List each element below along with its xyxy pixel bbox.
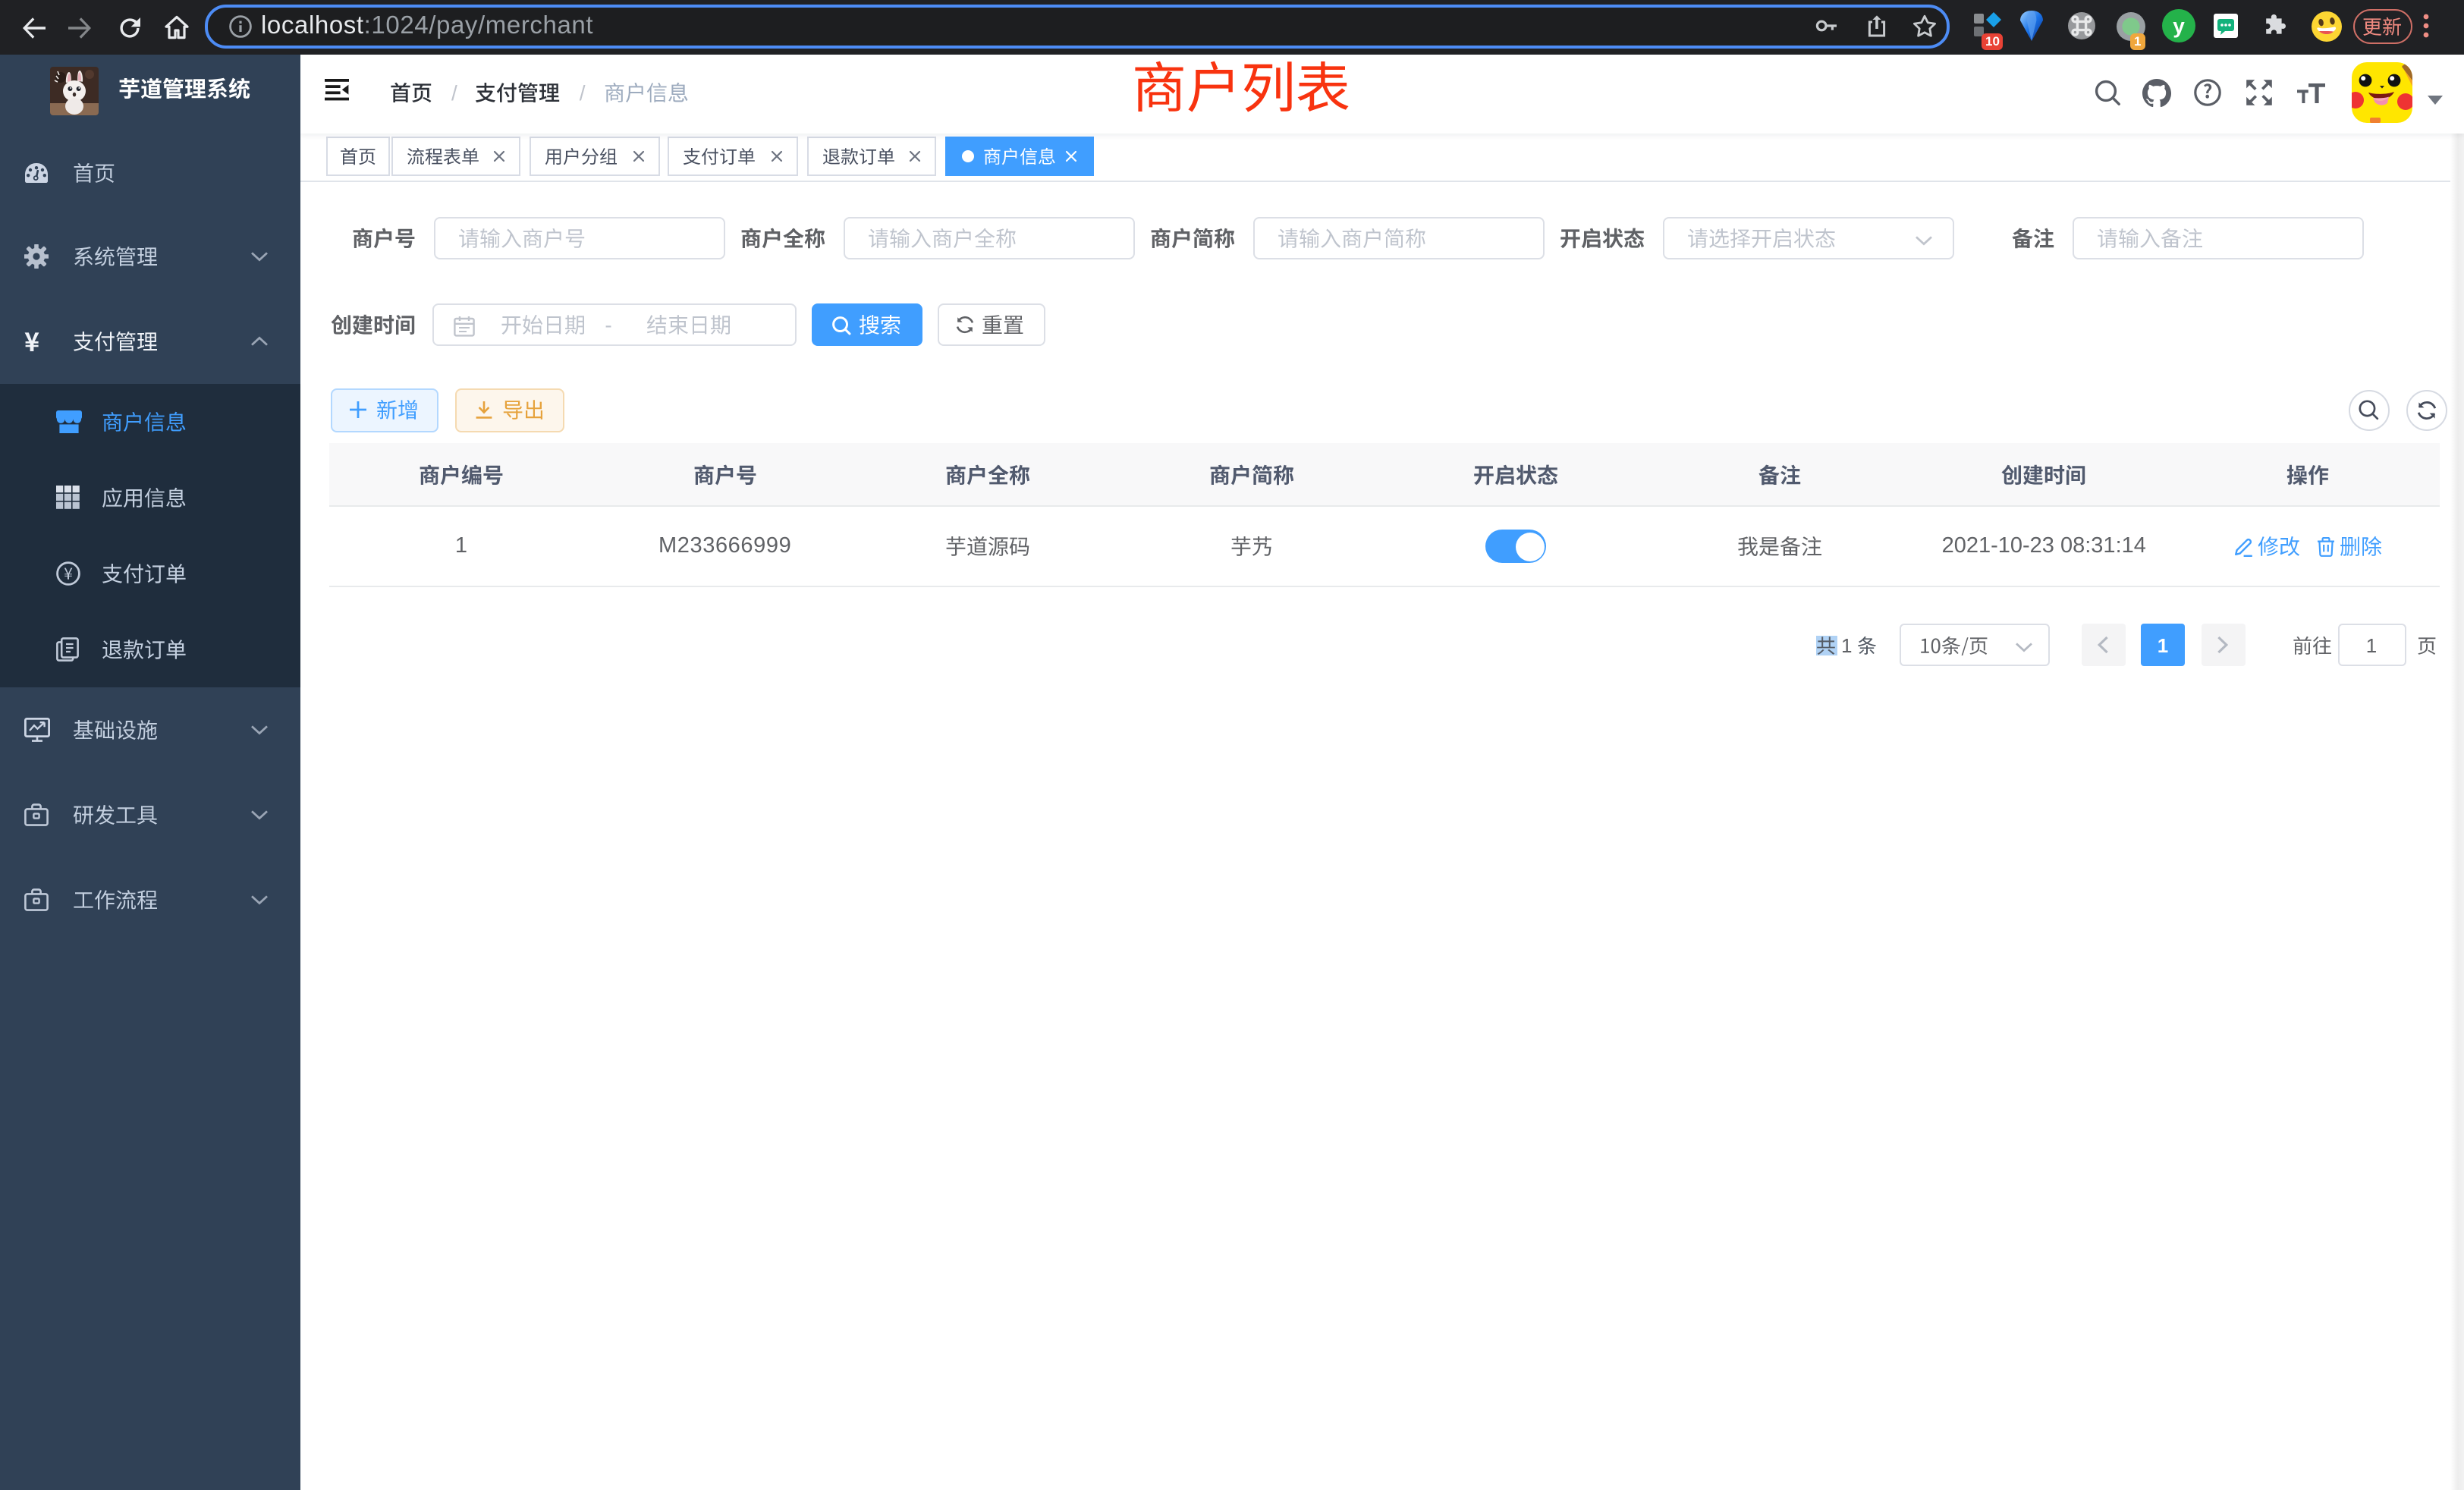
svg-text:y: y bbox=[2173, 14, 2185, 38]
